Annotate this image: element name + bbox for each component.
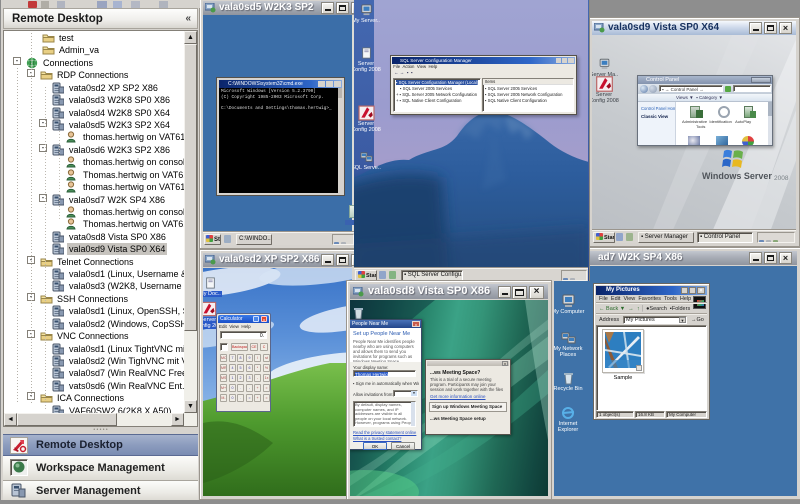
svg-text:2008: 2008 bbox=[774, 175, 789, 182]
svg-text:Windows Server: Windows Server bbox=[702, 171, 772, 181]
